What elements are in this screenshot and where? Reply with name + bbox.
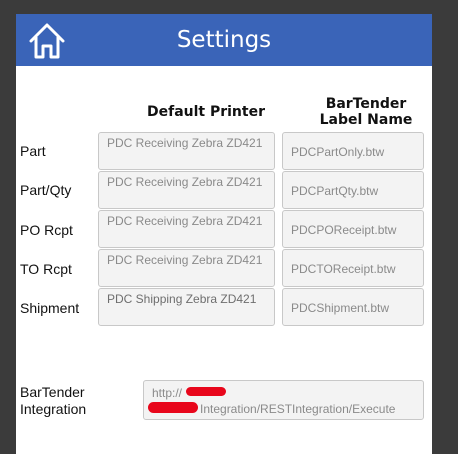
integration-label: BarTender Integration (20, 384, 86, 418)
label-field-po-rcpt[interactable]: PDCPOReceipt.btw (282, 210, 424, 248)
bartender-label-header-line1: BarTender (325, 96, 407, 112)
home-button[interactable] (26, 20, 68, 62)
printer-field-part[interactable]: PDC Receiving Zebra ZD421 (98, 132, 275, 170)
row-label-part: Part (20, 143, 46, 159)
row-label-po-rcpt: PO Rcpt (20, 222, 73, 238)
bartender-label-header: BarTender Label Name (306, 96, 426, 128)
printer-field-part-qty[interactable]: PDC Receiving Zebra ZD421 (98, 171, 275, 209)
printer-field-to-rcpt[interactable]: PDC Receiving Zebra ZD421 (98, 249, 275, 287)
default-printer-header: Default Printer (146, 104, 265, 120)
redaction-mark (148, 402, 198, 413)
label-field-shipment[interactable]: PDCShipment.btw (282, 288, 424, 326)
label-field-part[interactable]: PDCPartOnly.btw (282, 132, 424, 170)
label-field-to-rcpt[interactable]: PDCTOReceipt.btw (282, 249, 424, 287)
settings-window: Settings Default Printer BarTender Label… (16, 14, 432, 454)
bartender-label-header-line2: Label Name (319, 112, 413, 128)
row-label-shipment: Shipment (20, 300, 80, 316)
printer-field-shipment[interactable]: PDC Shipping Zebra ZD421 (98, 288, 275, 326)
page-title: Settings (176, 27, 272, 53)
header-bar: Settings (16, 14, 432, 66)
row-label-part-qty: Part/Qty (20, 182, 72, 198)
integration-label-line1: BarTender (20, 384, 85, 400)
integration-label-line2: Integration (20, 401, 87, 417)
integration-url-field[interactable]: http:// Integration/RESTIntegration/Exec… (143, 380, 424, 420)
printer-field-po-rcpt[interactable]: PDC Receiving Zebra ZD421 (98, 210, 275, 248)
label-field-part-qty[interactable]: PDCPartQty.btw (282, 171, 424, 209)
home-icon (29, 23, 65, 59)
row-label-to-rcpt: TO Rcpt (20, 261, 72, 277)
redaction-mark (186, 387, 226, 396)
